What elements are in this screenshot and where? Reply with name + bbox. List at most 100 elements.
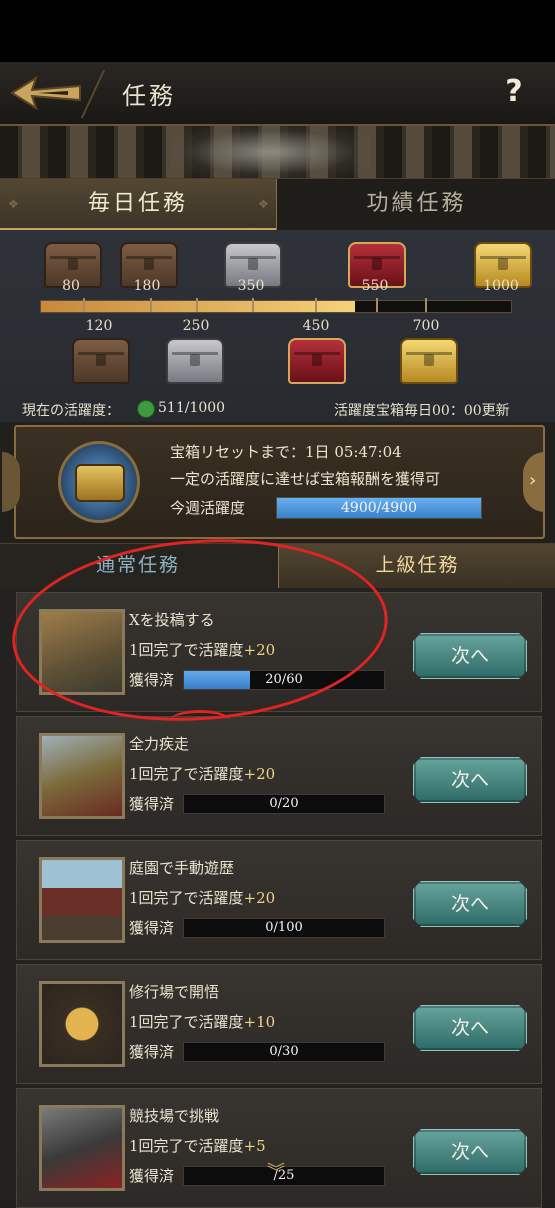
header-divider [80, 70, 106, 118]
weekly-chest-panel: 宝箱リセットまで：1日 05:47:04 一定の活躍度に達せば宝箱報酬を獲得可 … [2, 425, 545, 539]
next-button[interactable]: 次へ [413, 1129, 527, 1175]
tab-ornament-icon: ❖ [8, 197, 19, 211]
task-name: 庭園で手動遊歴 [129, 859, 235, 877]
chest-1000-label: 1000 [483, 278, 519, 294]
chest-700-icon[interactable] [400, 338, 458, 384]
progress-tick [150, 298, 152, 312]
tab-normal-tasks[interactable]: 通常任務 [0, 544, 276, 588]
reward-points: +10 [243, 1013, 276, 1031]
chest-450-icon[interactable] [288, 338, 346, 384]
task-progress-bar: 20/60 [183, 670, 385, 690]
chest-250-icon[interactable] [166, 338, 224, 384]
header: 任務 ? [0, 62, 555, 126]
progress-tick [425, 298, 427, 312]
chest-450-label: 450 [302, 318, 330, 334]
task-progress-text: 0/30 [269, 1044, 299, 1059]
task-reward: 1回完了で活躍度+20 [129, 887, 275, 908]
task-reward: 1回完了で活躍度+10 [129, 1011, 275, 1032]
task-status: 獲得済 [129, 1043, 175, 1061]
task-card: 競技場で挑戦 1回完了で活躍度+5 獲得済 /25 次へ [16, 1088, 542, 1208]
activity-rewards: 80 180 350 550 1000 120 250 450 700 現在の活… [0, 230, 555, 422]
spear-back-icon [10, 75, 81, 111]
chest-700-label: 700 [412, 318, 440, 334]
reward-text: 1回完了で活躍度 [129, 1137, 244, 1155]
task-card: 修行場で開悟 1回完了で活躍度+10 獲得済 0/30 次へ [16, 964, 542, 1084]
chest-250-label: 250 [182, 318, 210, 334]
reward-text: 1回完了で活躍度 [129, 889, 244, 907]
task-thumbnail [39, 733, 125, 819]
daily-reset-note: 活躍度宝箱毎日00：00更新 [334, 403, 510, 419]
leaf-icon [137, 400, 155, 418]
panel-ornament [2, 452, 20, 512]
reward-text: 1回完了で活躍度 [129, 641, 244, 659]
chest-120-label: 120 [85, 318, 113, 334]
next-button[interactable]: 次へ [413, 757, 527, 803]
task-thumbnail [39, 609, 125, 695]
task-thumbnail [39, 1105, 125, 1191]
page-title: 任務 [122, 82, 176, 110]
task-status: 獲得済 [129, 795, 175, 813]
progress-tick [252, 298, 254, 312]
current-activity-label: 現在の活躍度： [22, 403, 120, 419]
reward-points: +5 [243, 1137, 266, 1155]
weekly-progress-bar: 4900/4900 [276, 497, 482, 519]
task-status: 獲得済 [129, 919, 175, 937]
task-name: 修行場で開悟 [129, 983, 220, 1001]
task-progress-text: 0/100 [265, 920, 303, 935]
banner-light [170, 126, 370, 178]
task-status: 獲得済 [129, 671, 175, 689]
treasure-chest-icon [75, 464, 125, 502]
chest-550-label: 550 [361, 278, 389, 294]
reward-text: 1回完了で活躍度 [129, 765, 244, 783]
task-progress-text: 0/20 [269, 796, 299, 811]
chest-180-label: 180 [133, 278, 161, 294]
tab-advanced-tasks[interactable]: 上級任務 [278, 544, 555, 588]
task-name: 競技場で挑戦 [129, 1107, 220, 1125]
task-card: Xを投稿する 1回完了で活躍度+20 獲得済 20/60 次へ [16, 592, 542, 712]
chevron-right-icon: › [529, 470, 537, 491]
task-status: 獲得済 [129, 1167, 175, 1185]
task-thumbnail [39, 857, 125, 943]
activity-progress-bar [40, 300, 512, 313]
task-reward: 1回完了で活躍度+5 [129, 1135, 266, 1156]
weekly-description: 一定の活躍度に達せば宝箱報酬を獲得可 [170, 470, 441, 488]
weekly-progress-text: 4900/4900 [341, 500, 417, 516]
weekly-activity-label: 今週活躍度 [170, 499, 246, 517]
task-category-tabs: 通常任務 上級任務 [0, 543, 555, 588]
next-button[interactable]: 次へ [413, 881, 527, 927]
tab-ornament-icon: ❖ [258, 197, 269, 211]
reward-points: +20 [243, 889, 276, 907]
task-progress-bar: 0/30 [183, 1042, 385, 1062]
task-progress-bar: 0/20 [183, 794, 385, 814]
chest-120-icon[interactable] [72, 338, 130, 384]
progress-tick [315, 298, 317, 312]
task-progress-bar: 0/100 [183, 918, 385, 938]
task-card: 全力疾走 1回完了で活躍度+20 獲得済 0/20 次へ [16, 716, 542, 836]
chest-reset-timer: 宝箱リセットまで：1日 05:47:04 [170, 443, 402, 461]
scroll-down-icon[interactable]: ︾ [256, 1158, 296, 1183]
chest-80-label: 80 [62, 278, 80, 294]
main-tabs: 毎日任務 ❖ ❖ 功績任務 [0, 178, 555, 232]
task-reward: 1回完了で活躍度+20 [129, 639, 275, 660]
task-reward: 1回完了で活躍度+20 [129, 763, 275, 784]
next-button[interactable]: 次へ [413, 633, 527, 679]
task-name: Xを投稿する [129, 611, 215, 629]
chest-350-label: 350 [237, 278, 265, 294]
status-bar [0, 0, 555, 62]
next-button[interactable]: 次へ [413, 1005, 527, 1051]
tab-merit-tasks[interactable]: 功績任務 [278, 179, 555, 231]
weekly-chest-icon[interactable] [58, 441, 140, 523]
weekly-next-button[interactable]: › [523, 452, 545, 512]
progress-tick [376, 298, 378, 312]
help-button[interactable]: ? [497, 74, 531, 112]
current-activity-value: 511/1000 [158, 400, 226, 416]
task-card: 庭園で手動遊歴 1回完了で活躍度+20 獲得済 0/100 次へ [16, 840, 542, 960]
progress-tick [196, 298, 198, 312]
task-name: 全力疾走 [129, 735, 190, 753]
task-progress-text: 20/60 [265, 672, 303, 687]
reward-points: +20 [243, 641, 276, 659]
back-button[interactable] [8, 72, 84, 114]
progress-tick [83, 298, 85, 312]
tab-daily-tasks[interactable]: 毎日任務 [0, 179, 277, 231]
reward-points: +20 [243, 765, 276, 783]
